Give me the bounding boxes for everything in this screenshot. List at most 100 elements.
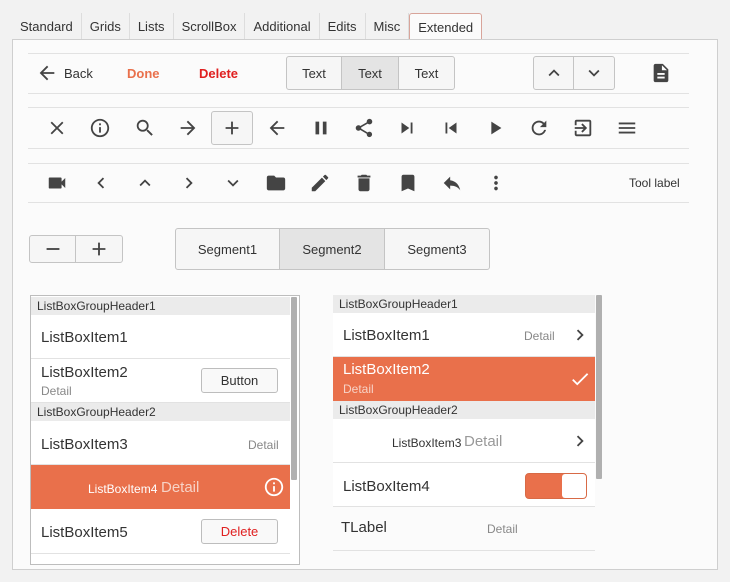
text-segment-group: Text Text Text [286, 56, 455, 90]
list-item-selected[interactable]: ListBoxItem2 Detail [333, 357, 595, 401]
list-group-header: ListBoxGroupHeader1 [333, 295, 595, 313]
chevron-up-icon[interactable] [134, 172, 156, 194]
chevron-right-icon [569, 430, 591, 452]
play-icon[interactable] [484, 117, 506, 139]
list-group-header: ListBoxGroupHeader2 [333, 401, 595, 419]
list-group-header: ListBoxGroupHeader2 [31, 403, 290, 421]
text-segment-1[interactable]: Text [287, 57, 342, 89]
list-item[interactable]: ListBoxItem5 Delete [31, 509, 290, 554]
tab-edits[interactable]: Edits [319, 13, 366, 40]
plus-button[interactable] [76, 236, 122, 262]
chevron-right-icon[interactable] [178, 172, 200, 194]
tab-additional[interactable]: Additional [245, 13, 320, 40]
list-item-label: ListBoxItem4 [88, 482, 158, 496]
list-item: TLabel Detail [333, 507, 595, 551]
pause-icon[interactable] [310, 117, 332, 139]
info-icon[interactable] [89, 117, 111, 139]
tab-lists[interactable]: Lists [129, 13, 174, 40]
tab-extended[interactable]: Extended [409, 13, 483, 41]
listbox-left[interactable]: ListBoxGroupHeader1 ListBoxItem1 ListBox… [30, 295, 300, 565]
chevron-down-icon[interactable] [222, 172, 244, 194]
tab-standard[interactable]: Standard [12, 13, 82, 40]
arrow-right-icon[interactable] [177, 117, 199, 139]
tab-bar: Standard Grids Lists ScrollBox Additiona… [12, 13, 483, 41]
toggle-knob [562, 474, 586, 498]
delete-button[interactable]: Delete [199, 66, 238, 81]
list-item-selected[interactable]: ListBoxItem4 Detail [31, 465, 290, 509]
document-icon[interactable] [650, 62, 672, 84]
share-icon[interactable] [353, 117, 375, 139]
tab-grids[interactable]: Grids [81, 13, 130, 40]
chevron-left-icon[interactable] [90, 172, 112, 194]
skip-next-icon[interactable] [396, 117, 418, 139]
chevron-down-icon [583, 62, 605, 84]
toggle-switch[interactable] [525, 473, 587, 499]
toolbar1-top-divider [28, 53, 689, 54]
list-group-header: ListBoxGroupHeader1 [31, 297, 290, 315]
list-item-detail: Detail [343, 382, 374, 396]
list-item-label: ListBoxItem1 [41, 329, 128, 346]
list-item-label: ListBoxItem3 [392, 436, 462, 450]
tab-scrollbox[interactable]: ScrollBox [173, 13, 246, 40]
listbox-right[interactable]: ListBoxGroupHeader1 ListBoxItem1 Detail … [333, 295, 603, 553]
item-button[interactable]: Button [201, 368, 278, 393]
segment-3[interactable]: Segment3 [385, 229, 489, 269]
list-item-label: ListBoxItem1 [343, 327, 430, 344]
back-button[interactable]: Back [36, 62, 93, 84]
list-item-label: ListBoxItem5 [41, 524, 128, 541]
toolbar-2 [28, 111, 689, 145]
minus-button[interactable] [30, 236, 76, 262]
arrow-left-icon[interactable] [266, 117, 288, 139]
refresh-icon[interactable] [528, 117, 550, 139]
pencil-icon[interactable] [309, 172, 331, 194]
done-button[interactable]: Done [127, 66, 160, 81]
list-item[interactable]: ListBoxItem1 [31, 315, 290, 359]
down-button[interactable] [574, 57, 614, 89]
list-item-label: ListBoxItem2 [41, 364, 128, 381]
tab-misc[interactable]: Misc [365, 13, 410, 40]
segment-2[interactable]: Segment2 [280, 229, 385, 269]
chevron-up-icon [543, 62, 565, 84]
listbox-right-scrollbar[interactable] [596, 295, 602, 479]
listbox-left-scrollbar[interactable] [291, 297, 297, 480]
list-item[interactable]: ListBoxItem1 Detail [333, 313, 595, 357]
label-detail: Detail [487, 522, 518, 536]
list-item[interactable]: ListBoxItem2 Detail Button [31, 359, 290, 403]
close-icon[interactable] [46, 117, 68, 139]
text-segment-2[interactable]: Text [342, 57, 399, 89]
text-segment-3[interactable]: Text [399, 57, 454, 89]
arrow-left-icon [36, 62, 58, 84]
tool-label: Tool label [629, 176, 680, 190]
toolbar3-top-divider [28, 163, 689, 164]
segment-1[interactable]: Segment1 [176, 229, 280, 269]
back-label: Back [64, 65, 93, 81]
toolbar2-top-divider [28, 107, 689, 108]
segment-control: Segment1 Segment2 Segment3 [175, 228, 490, 270]
list-item[interactable]: ListBoxItem3 Detail [31, 421, 290, 465]
trash-icon[interactable] [353, 172, 375, 194]
info-icon[interactable] [263, 476, 285, 498]
minus-plus-stepper [29, 235, 123, 263]
chevron-right-icon [569, 324, 591, 346]
more-vertical-icon[interactable] [485, 172, 507, 194]
delete-item-button[interactable]: Delete [201, 519, 278, 544]
bookmark-icon[interactable] [397, 172, 419, 194]
skip-previous-icon[interactable] [440, 117, 462, 139]
up-button[interactable] [534, 57, 574, 89]
toolbar-3: Tool label [28, 170, 689, 196]
list-item[interactable]: ListBoxItem3 Detail [333, 419, 595, 463]
list-item-label: ListBoxItem3 [41, 436, 128, 453]
add-button[interactable] [211, 111, 253, 145]
toolbar1-bottom-divider [28, 93, 689, 94]
list-item[interactable]: ListBoxItem4 [333, 463, 595, 507]
videocam-icon[interactable] [46, 172, 68, 194]
checkmark-icon [569, 368, 591, 390]
reply-icon[interactable] [441, 172, 463, 194]
exit-icon[interactable] [572, 117, 594, 139]
plus-icon [221, 117, 243, 139]
search-icon[interactable] [134, 117, 156, 139]
menu-icon[interactable] [616, 117, 638, 139]
list-item-detail: Detail [524, 329, 555, 343]
list-item-label: ListBoxItem4 [343, 478, 430, 495]
folder-icon[interactable] [265, 172, 287, 194]
